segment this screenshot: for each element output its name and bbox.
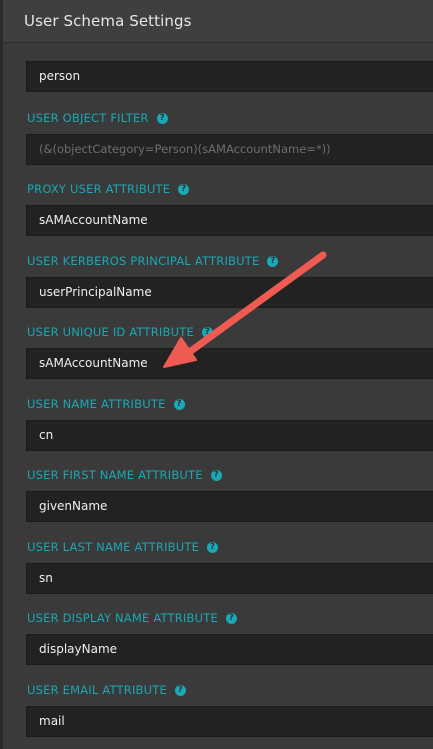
proxy-user-attribute-label-text: PROXY USER ATTRIBUTE [27, 182, 171, 196]
user-unique-id-attribute-label: USER UNIQUE ID ATTRIBUTE ? [27, 324, 213, 340]
panel-title: User Schema Settings [24, 12, 192, 30]
user-first-name-attribute-label: USER FIRST NAME ATTRIBUTE ? [27, 467, 222, 483]
user-name-attribute-input[interactable]: cn [26, 420, 433, 451]
user-name-attribute-label-text: USER NAME ATTRIBUTE [27, 397, 166, 411]
user-last-name-attribute-input[interactable]: sn [26, 563, 433, 594]
proxy-user-attribute-input[interactable]: sAMAccountName [26, 205, 433, 236]
user-display-name-attribute-label: USER DISPLAY NAME ATTRIBUTE ? [27, 610, 237, 626]
user-display-name-attribute-input[interactable]: displayName [26, 634, 433, 665]
user-object-filter-label-text: USER OBJECT FILTER [27, 111, 149, 125]
user-last-name-attribute-label-text: USER LAST NAME ATTRIBUTE [27, 540, 200, 554]
user-unique-id-attribute-label-text: USER UNIQUE ID ATTRIBUTE [27, 325, 194, 339]
panel-header: User Schema Settings [3, 0, 433, 43]
user-object-filter-input[interactable]: (&(objectCategory=Person)(sAMAccountName… [26, 134, 433, 165]
user-first-name-attribute-input[interactable]: givenName [26, 491, 433, 522]
help-icon[interactable]: ? [210, 469, 222, 481]
user-display-name-attribute-label-text: USER DISPLAY NAME ATTRIBUTE [27, 611, 218, 625]
user-object-class-input[interactable]: person [26, 61, 433, 92]
user-email-attribute-label: USER EMAIL ATTRIBUTE ? [27, 682, 186, 698]
help-icon[interactable]: ? [207, 541, 219, 553]
user-email-attribute-label-text: USER EMAIL ATTRIBUTE [27, 683, 167, 697]
user-last-name-attribute-label: USER LAST NAME ATTRIBUTE ? [27, 539, 219, 555]
user-email-attribute-input[interactable]: mail [26, 706, 433, 737]
user-unique-id-input[interactable]: sAMAccountName [26, 348, 433, 379]
help-icon[interactable]: ? [225, 612, 237, 624]
user-name-attribute-label: USER NAME ATTRIBUTE ? [27, 396, 185, 412]
help-icon[interactable]: ? [173, 398, 185, 410]
user-kerberos-principal-attribute-label: USER KERBEROS PRINCIPAL ATTRIBUTE ? [27, 253, 279, 269]
proxy-user-attribute-label: PROXY USER ATTRIBUTE ? [27, 181, 190, 197]
user-object-filter-label: USER OBJECT FILTER ? [27, 110, 168, 126]
help-icon[interactable]: ? [178, 183, 190, 195]
help-icon[interactable]: ? [267, 255, 279, 267]
user-kerberos-principal-attribute-label-text: USER KERBEROS PRINCIPAL ATTRIBUTE [27, 254, 260, 268]
user-first-name-attribute-label-text: USER FIRST NAME ATTRIBUTE [27, 468, 203, 482]
user-schema-settings-panel: User Schema Settings person USER OBJECT … [0, 0, 433, 749]
help-icon[interactable]: ? [174, 684, 186, 696]
user-kerberos-principal-attribute-input[interactable]: userPrincipalName [26, 277, 433, 308]
help-icon[interactable]: ? [156, 112, 168, 124]
help-icon[interactable]: ? [201, 326, 213, 338]
